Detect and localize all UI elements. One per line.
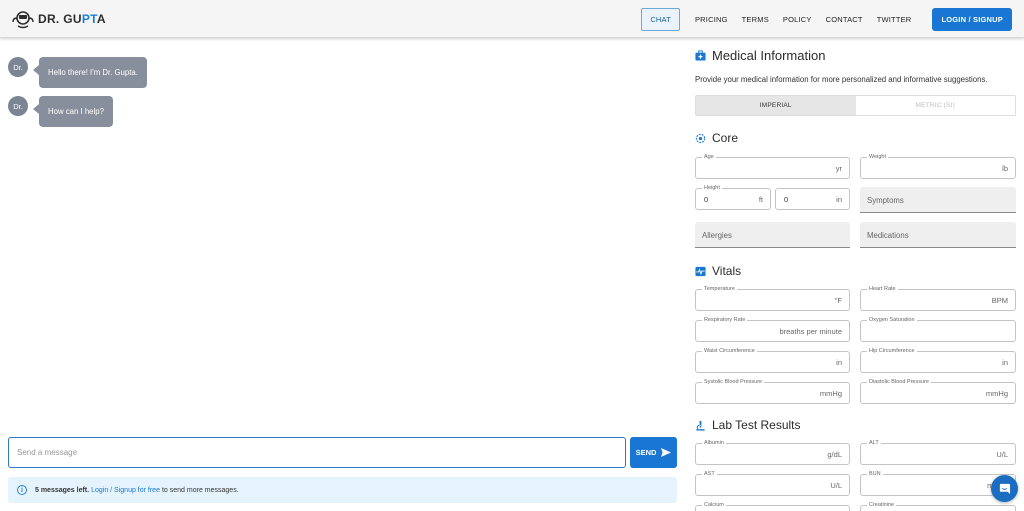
lab-results-heading: Lab Test Results bbox=[695, 418, 801, 432]
height-feet-field[interactable]: Height 0 ft bbox=[695, 185, 771, 210]
weight-field[interactable]: Weight lb bbox=[860, 154, 1016, 179]
login-signup-button[interactable]: LOGIN / SIGNUP bbox=[932, 8, 1012, 31]
unit-toggle: IMPERIAL METRIC (SI) bbox=[695, 95, 1016, 116]
chat-message: Dr. How can I help? bbox=[8, 96, 113, 127]
respiratory-rate-field[interactable]: Respiratory Rate breaths per minute bbox=[695, 317, 850, 342]
albumin-field[interactable]: Albumin g/dL bbox=[695, 440, 850, 465]
messages-left-count: 5 messages left. bbox=[35, 486, 90, 494]
messages-left-banner: i 5 messages left. Login / Signup for fr… bbox=[8, 477, 677, 503]
message-input[interactable] bbox=[9, 438, 625, 467]
temperature-field[interactable]: Temperature °F bbox=[695, 286, 850, 311]
waist-circumference-field[interactable]: Waist Circumference in bbox=[695, 348, 850, 373]
chat-bubble-icon bbox=[999, 483, 1011, 495]
age-field[interactable]: Age yr bbox=[695, 154, 850, 179]
send-button[interactable]: SEND bbox=[630, 437, 677, 468]
nav-policy[interactable]: POLICY bbox=[783, 15, 812, 24]
medical-info-description: Provide your medical information for mor… bbox=[695, 75, 988, 84]
symptoms-field[interactable]: Symptoms bbox=[860, 187, 1016, 213]
medical-kit-icon bbox=[695, 50, 706, 61]
ast-field[interactable]: AST U/L bbox=[695, 471, 850, 496]
height-inches-field[interactable]: 0 in bbox=[775, 188, 850, 210]
messages-left-suffix: to send more messages. bbox=[161, 486, 239, 494]
medical-info-heading: Medical Information bbox=[695, 48, 825, 63]
systolic-bp-field[interactable]: Systolic Blood Pressure mmHg bbox=[695, 379, 850, 404]
core-heading: Core bbox=[695, 131, 738, 145]
allergies-field[interactable]: Allergies bbox=[695, 222, 850, 248]
login-signup-link[interactable]: Login / Signup for free bbox=[91, 487, 160, 494]
vitals-icon bbox=[695, 266, 706, 276]
heart-rate-field[interactable]: Heart Rate BPM bbox=[860, 286, 1016, 311]
top-header: DR. GUPTA CHAT PRICING TERMS POLICY CONT… bbox=[0, 0, 1024, 38]
medications-field[interactable]: Medications bbox=[860, 222, 1016, 248]
message-input-wrapper bbox=[8, 437, 626, 468]
nav-chat[interactable]: CHAT bbox=[641, 8, 680, 31]
send-label: SEND bbox=[635, 448, 657, 457]
send-icon bbox=[661, 448, 672, 457]
chat-message: Dr. Hello there! I'm Dr. Gupta. bbox=[8, 57, 147, 88]
diastolic-bp-field[interactable]: Diastolic Blood Pressure mmHg bbox=[860, 379, 1016, 404]
nav-contact[interactable]: CONTACT bbox=[826, 15, 863, 24]
info-icon: i bbox=[17, 485, 27, 495]
avatar: Dr. bbox=[8, 96, 28, 116]
calcium-field[interactable]: Calcium bbox=[695, 502, 850, 511]
core-icon bbox=[695, 133, 706, 143]
oxygen-saturation-field[interactable]: Oxygen Saturation bbox=[860, 317, 1016, 342]
creatinine-field[interactable]: Creatinine bbox=[860, 502, 1016, 511]
medical-info-panel[interactable]: Medical Information Provide your medical… bbox=[686, 38, 1024, 511]
message-bubble: Hello there! I'm Dr. Gupta. bbox=[33, 57, 147, 88]
metric-toggle-button[interactable]: METRIC (SI) bbox=[855, 96, 1015, 115]
vitals-heading: Vitals bbox=[695, 264, 741, 278]
alt-field[interactable]: ALT U/L bbox=[860, 440, 1016, 465]
brand[interactable]: DR. GUPTA bbox=[12, 9, 106, 29]
hip-circumference-field[interactable]: Hip Circumference in bbox=[860, 348, 1016, 373]
doctor-logo-icon bbox=[12, 11, 34, 29]
nav-terms[interactable]: TERMS bbox=[742, 15, 769, 24]
avatar: Dr. bbox=[8, 57, 28, 77]
microscope-icon bbox=[696, 420, 705, 431]
main-nav: CHAT PRICING TERMS POLICY CONTACT TWITTE… bbox=[634, 8, 1012, 31]
nav-pricing[interactable]: PRICING bbox=[695, 15, 728, 24]
brand-name: DR. GUPTA bbox=[38, 12, 106, 26]
imperial-toggle-button[interactable]: IMPERIAL bbox=[696, 96, 856, 115]
message-bubble: How can I help? bbox=[33, 96, 113, 127]
support-chat-button[interactable] bbox=[991, 475, 1018, 502]
nav-twitter[interactable]: TWITTER bbox=[877, 15, 912, 24]
